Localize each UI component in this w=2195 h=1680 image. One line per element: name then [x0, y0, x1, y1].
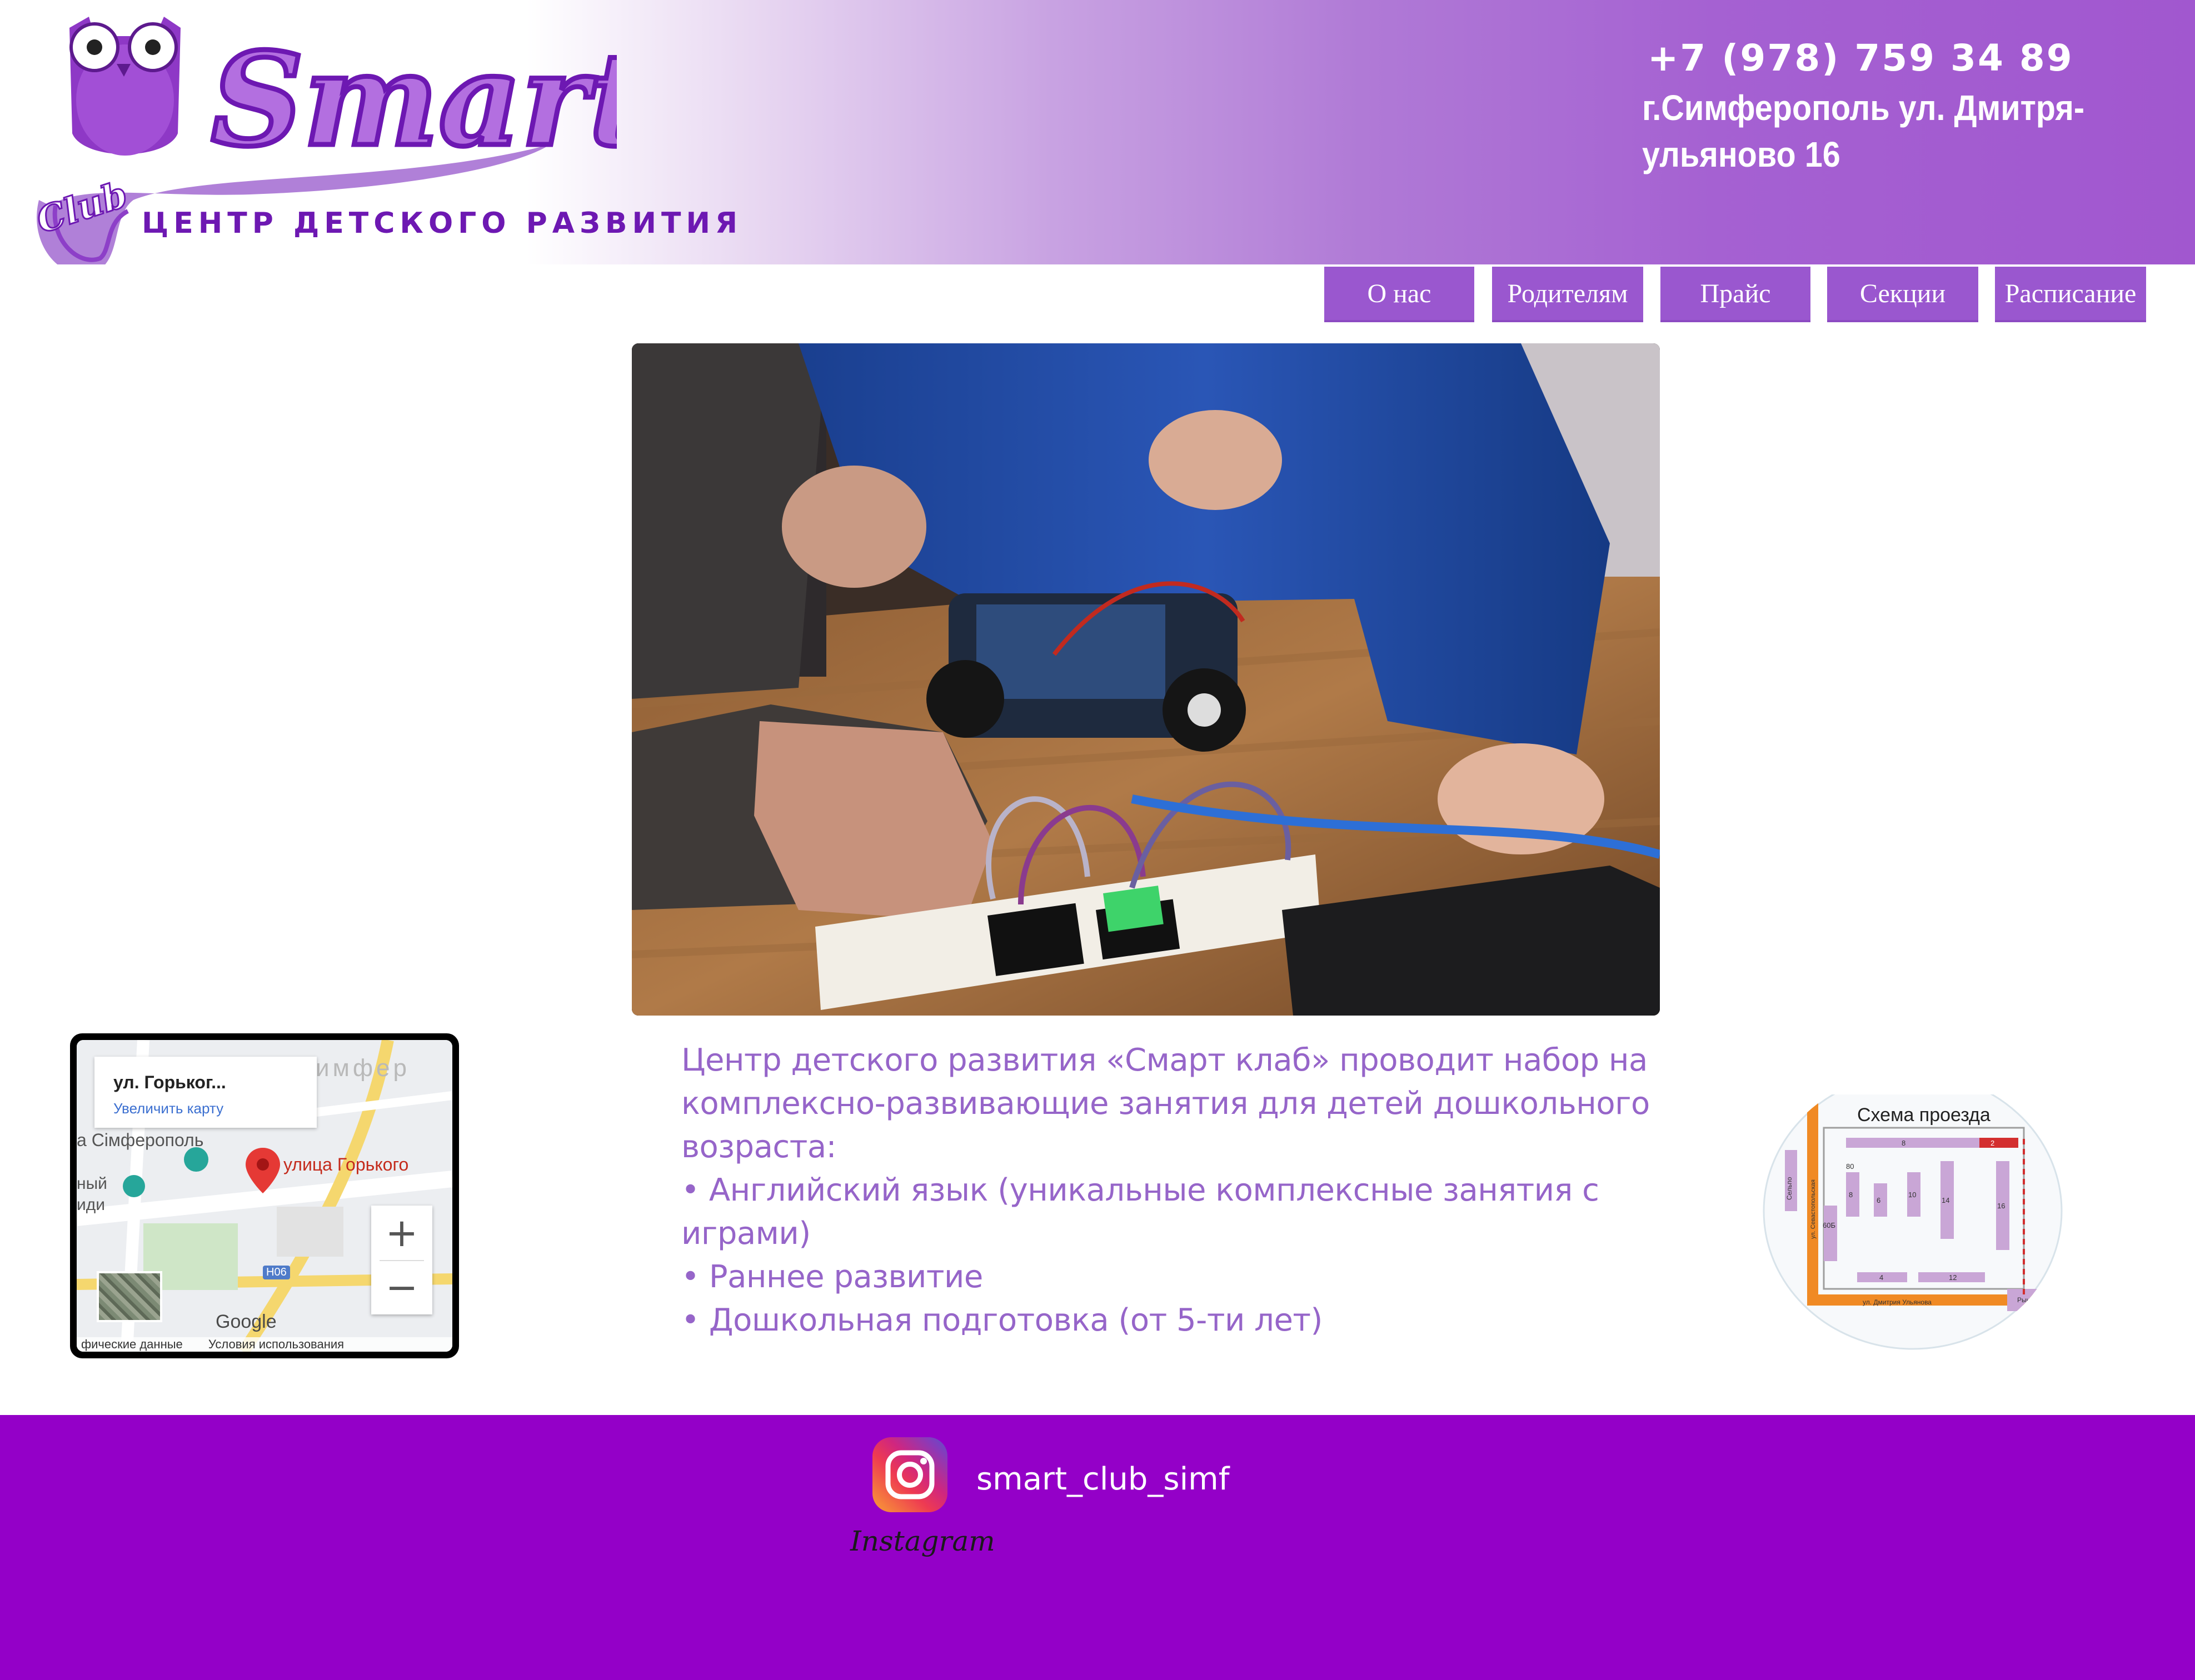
scheme-building: 12: [1949, 1273, 1957, 1282]
nav-schedule[interactable]: Расписание: [1995, 267, 2146, 322]
map-footer: фические данные Условия использования: [77, 1337, 452, 1352]
robotics-class-photo: [632, 343, 1660, 1016]
instagram-glyph-icon: [885, 1450, 935, 1499]
map-canvas[interactable]: имфер а Сiмферополь ный иди Н06 улица Го…: [77, 1040, 452, 1352]
map-place-card: ул. Горьког... Увеличить карту: [94, 1057, 317, 1128]
scheme-street-bottom: ул. Дмитрия Ульянова: [1863, 1298, 1932, 1306]
map-street-label: улица Горького: [283, 1154, 409, 1174]
intro-bullet: • Английский язык (уникальные комплексны…: [681, 1172, 1599, 1252]
instagram-icon[interactable]: [872, 1437, 947, 1512]
road-badge: Н06: [263, 1266, 290, 1279]
site-footer: [0, 1415, 2195, 1680]
instagram-wordmark: Instagram: [850, 1525, 995, 1557]
satellite-toggle[interactable]: [97, 1271, 162, 1322]
intro-bullet: • Раннее развитие: [681, 1259, 983, 1295]
scheme-building: 8: [1902, 1139, 1905, 1147]
logo-brand: Smart: [211, 25, 617, 175]
scheme-building: 14: [1942, 1196, 1949, 1204]
scheme-street-left: Сельпо: [1785, 1177, 1793, 1200]
scheme-building: 60Б: [1823, 1221, 1835, 1229]
scheme-building: 4: [1879, 1273, 1883, 1282]
map-zoom-controls: + −: [371, 1206, 432, 1314]
google-map[interactable]: имфер а Сiмферополь ный иди Н06 улица Го…: [70, 1033, 459, 1358]
intro-bullet: • Дошкольная подготовка (от 5-ти лет): [681, 1302, 1323, 1338]
scheme-market: Рынок: [2017, 1296, 2037, 1304]
scheme-street-vertical: ул. Севастопольская: [1810, 1179, 1817, 1239]
zoom-in-button[interactable]: +: [371, 1206, 432, 1260]
nav-price[interactable]: Прайс: [1660, 267, 1810, 322]
nav-parents[interactable]: Родителям: [1492, 267, 1643, 322]
google-logo: Google: [216, 1311, 277, 1332]
scheme-building: 2: [1991, 1139, 1994, 1147]
map-data-credit: фические данные: [81, 1337, 183, 1351]
poi-icon: [184, 1147, 208, 1172]
map-area-label-2: иди: [77, 1196, 106, 1214]
map-city-ghost-label: имфер: [316, 1054, 410, 1082]
map-area-label-1: ный: [77, 1174, 107, 1193]
instagram-handle[interactable]: smart_club_simf: [976, 1461, 1229, 1497]
phone-number[interactable]: +7 (978) 759 34 89: [1648, 33, 2164, 83]
scheme-building: 6: [1877, 1196, 1880, 1204]
scheme-building: 8: [1849, 1191, 1853, 1199]
scheme-building: 10: [1908, 1191, 1916, 1199]
directions-scheme[interactable]: Схема проезда ул. Дмитрия Ульянова Сельп…: [1763, 1094, 2063, 1350]
scheme-building: 80: [1846, 1162, 1854, 1171]
intro-text: Центр детского развития «Смарт клаб» про…: [681, 1039, 1654, 1342]
map-pin-icon[interactable]: [243, 1146, 282, 1196]
scheme-building: 16: [1997, 1202, 2005, 1210]
site-header: Smart Club ЦЕНТР ДЕТСКОГО РАЗВИТИЯ +7 (9…: [0, 0, 2195, 264]
map-terms-link[interactable]: Условия использования: [208, 1337, 344, 1351]
map-place-title: ул. Горьког...: [113, 1072, 226, 1092]
zoom-out-button[interactable]: −: [371, 1260, 432, 1314]
owl-icon: [69, 17, 181, 156]
nav-sections[interactable]: Секции: [1827, 267, 1978, 322]
address: г.Симферополь ул. Дмитря-ульяново 16: [1642, 88, 2085, 174]
poi-icon: [123, 1175, 145, 1197]
logo-tagline: ЦЕНТР ДЕТСКОГО РАЗВИТИЯ: [142, 207, 743, 240]
map-enlarge-link[interactable]: Увеличить карту: [113, 1100, 223, 1117]
scheme-title: Схема проезда: [1857, 1104, 1991, 1126]
hero-photo: [632, 343, 1660, 1016]
contacts-block: +7 (978) 759 34 89 г.Симферополь ул. Дми…: [1642, 33, 2164, 178]
nav-about[interactable]: О нас: [1324, 267, 1474, 322]
main-nav: О нас Родителям Прайс Секции Расписание: [0, 266, 2195, 324]
intro-paragraph: Центр детского развития «Смарт клаб» про…: [681, 1042, 1650, 1165]
